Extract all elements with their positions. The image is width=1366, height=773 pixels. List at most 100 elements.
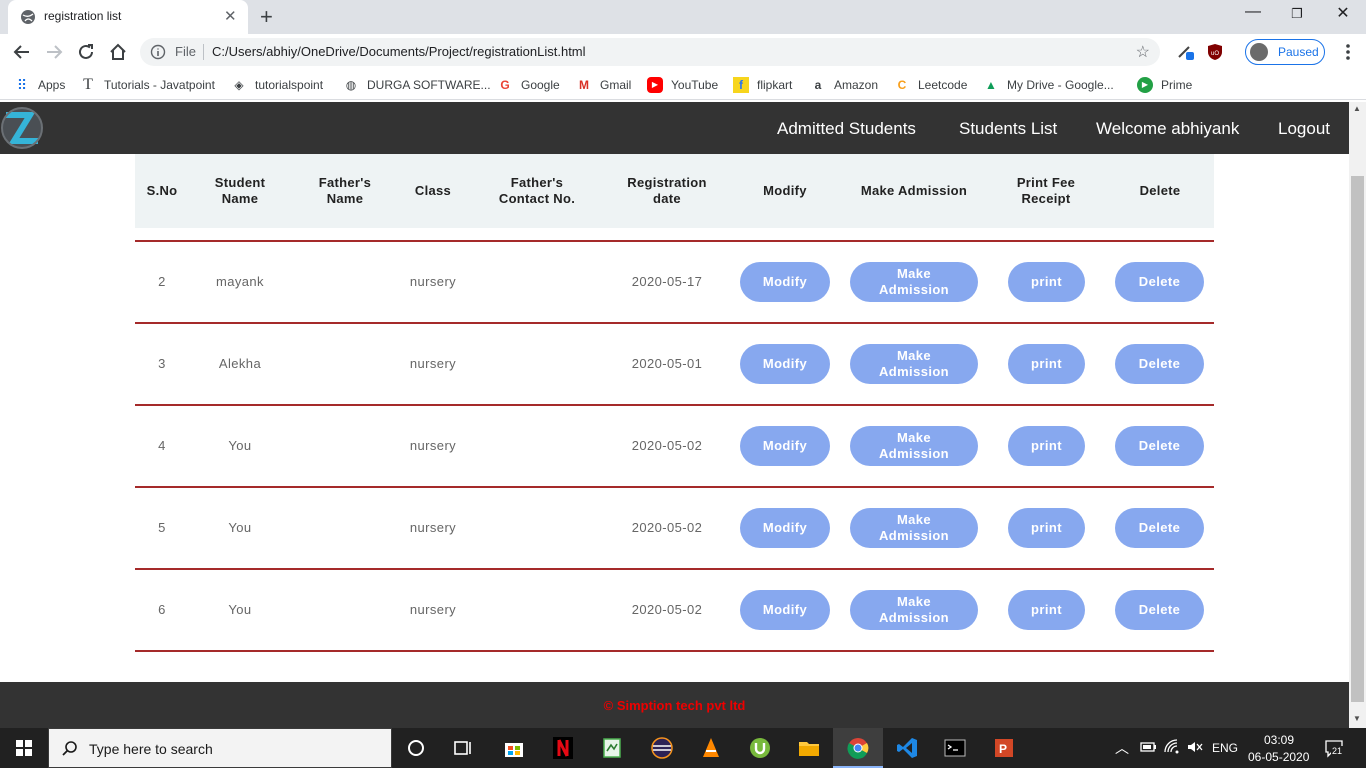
delete-button[interactable]: Delete [1115,426,1204,466]
make-admission-button[interactable]: Make Admission [850,508,978,548]
delete-button[interactable]: Delete [1115,508,1204,548]
netflix-icon[interactable] [551,736,575,760]
javatpoint-icon: T [83,76,93,93]
taskbar-search-box[interactable]: Type here to search [48,728,392,768]
clock-date[interactable]: 06-05-2020 [1248,750,1309,764]
vscode-icon[interactable] [895,736,919,760]
clock-time[interactable]: 03:09 [1264,733,1294,747]
delete-button[interactable]: Delete [1115,344,1204,384]
cell-sno: 5 [158,520,166,535]
column-header-fathers-contact: Father's Contact No. [498,175,576,206]
bookmark-gmail[interactable]: M Gmail [576,77,631,93]
modify-button[interactable]: Modify [740,262,830,302]
forward-icon[interactable] [42,40,66,64]
battery-icon[interactable] [1139,738,1157,756]
window-close-icon[interactable]: ✕ [1320,3,1366,23]
back-icon[interactable] [10,40,34,64]
bookmark-durga[interactable]: ◍ DURGA SOFTWARE... [343,77,491,93]
bookmark-amazon[interactable]: a Amazon [810,77,878,93]
print-button[interactable]: print [1008,344,1085,384]
globe-icon [21,10,35,24]
modify-button[interactable]: Modify [740,590,830,630]
avatar [1250,43,1268,61]
make-admission-button[interactable]: Make Admission [850,426,978,466]
home-icon[interactable] [106,40,130,64]
scrollbar-thumb[interactable] [1351,176,1364,702]
bookmark-label: Prime [1161,78,1193,92]
minimize-icon[interactable]: — [1230,3,1276,21]
bookmark-label: Apps [38,78,66,92]
nav-students-list[interactable]: Students List [959,119,1057,139]
nav-welcome-user[interactable]: Welcome abhiyank [1096,119,1239,139]
bookmark-javatpoint[interactable]: T Tutorials - Javatpoint [80,77,215,93]
print-button[interactable]: print [1008,590,1085,630]
column-header-make-admission: Make Admission [860,183,968,198]
bookmark-prime[interactable]: ▶ Prime [1137,77,1192,93]
site-logo[interactable] [0,105,44,151]
modify-button[interactable]: Modify [740,508,830,548]
print-button[interactable]: print [1008,426,1085,466]
leetcode-icon: C [897,78,907,92]
bookmark-tutorialspoint[interactable]: ◈ tutorialspoint [231,77,323,93]
tab-close-icon[interactable]: ✕ [224,7,237,25]
bookmark-drive[interactable]: ▲ My Drive - Google... [983,77,1114,93]
nav-logout[interactable]: Logout [1278,119,1330,139]
new-tab-icon[interactable]: + [260,4,273,30]
store-icon[interactable] [502,736,526,760]
address-bar[interactable]: File C:/Users/abhiy/OneDrive/Documents/P… [140,38,1160,66]
tray-overflow-icon[interactable]: ︿ [1115,738,1129,758]
print-button[interactable]: print [1008,508,1085,548]
scroll-up-icon[interactable]: ▲ [1353,104,1361,113]
chrome-taskbar-button[interactable] [833,728,883,768]
bookmark-flipkart[interactable]: f flipkart [733,77,792,93]
notification-center-icon[interactable]: 21 [1324,738,1344,758]
footer-copyright: © Simption tech pvt ltd [603,698,746,713]
delete-button[interactable]: Delete [1115,262,1204,302]
windows-start-icon[interactable] [0,728,48,768]
nav-admitted-students[interactable]: Admitted Students [777,119,916,139]
terminal-icon[interactable] [943,736,967,760]
row-divider [135,404,1214,406]
profile-button[interactable]: Paused [1245,39,1325,65]
make-admission-button[interactable]: Make Admission [850,344,978,384]
restore-icon[interactable]: ❐ [1274,6,1320,22]
notepad-icon[interactable] [600,736,624,760]
browser-tab[interactable]: registration list ✕ [8,0,248,34]
bookmark-google[interactable]: G Google [497,77,559,93]
make-admission-button[interactable]: Make Admission [850,262,978,302]
utorrent-icon[interactable] [748,736,772,760]
cell-student-name: You [228,520,252,535]
bookmark-leetcode[interactable]: C Leetcode [894,77,968,93]
extension-icon[interactable] [1174,40,1198,64]
cell-sno: 3 [158,356,166,371]
menu-kebab-icon[interactable] [1336,40,1360,64]
language-indicator[interactable]: ENG [1212,741,1238,755]
modify-button[interactable]: Modify [740,426,830,466]
url-text[interactable]: C:/Users/abhiy/OneDrive/Documents/Projec… [212,44,586,59]
bookmark-youtube[interactable]: ▶ YouTube [647,77,718,93]
delete-button[interactable]: Delete [1115,590,1204,630]
vlc-icon[interactable] [699,736,723,760]
row-divider [135,322,1214,324]
task-view-icon[interactable] [451,736,475,760]
eclipse-icon[interactable] [650,736,674,760]
bookmark-apps[interactable]: ⠿ Apps [14,77,66,93]
info-icon[interactable] [150,44,166,60]
powerpoint-icon[interactable]: P [992,736,1016,760]
make-admission-button[interactable]: Make Admission [850,590,978,630]
page-scrollbar[interactable]: ▲ ▼ [1349,102,1366,728]
scroll-down-icon[interactable]: ▼ [1353,714,1361,723]
wifi-icon[interactable] [1163,738,1181,756]
modify-button[interactable]: Modify [740,344,830,384]
bookmark-label: My Drive - Google... [1007,78,1114,92]
cell-registration-date: 2020-05-02 [631,520,703,535]
column-header-class: Class [414,183,452,198]
reload-icon[interactable] [74,40,98,64]
bookmark-label: Gmail [600,78,632,92]
bookmark-star-icon[interactable]: ☆ [1136,42,1150,62]
cortana-icon[interactable] [404,736,428,760]
volume-muted-icon[interactable] [1186,738,1204,756]
file-explorer-icon[interactable] [797,736,821,760]
ublock-icon[interactable]: uO [1203,40,1227,64]
print-button[interactable]: print [1008,262,1085,302]
